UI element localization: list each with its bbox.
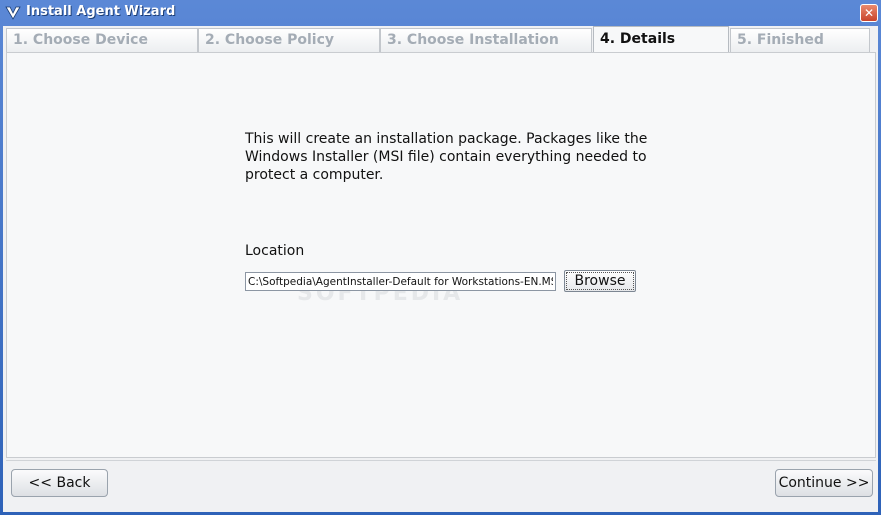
browse-button[interactable]: Browse <box>564 270 636 292</box>
tab-choose-policy[interactable]: 2. Choose Policy <box>198 28 380 52</box>
browse-label: Browse <box>565 272 635 290</box>
wizard-window: Install Agent Wizard ✕ 1. Choose Device … <box>0 0 881 515</box>
back-button[interactable]: << Back <box>11 469 108 497</box>
intro-line: This will create an installation package… <box>245 131 648 147</box>
app-logo-icon <box>5 6 21 20</box>
tab-choose-installation[interactable]: 3. Choose Installation <box>380 28 592 52</box>
close-button[interactable]: ✕ <box>860 4 878 22</box>
continue-button[interactable]: Continue >> <box>775 469 873 497</box>
tab-finished[interactable]: 5. Finished <box>730 28 870 52</box>
intro-text: This will create an installation package… <box>245 130 665 184</box>
wizard-footer: << Back Continue >> <box>6 460 876 511</box>
title-bar[interactable]: Install Agent Wizard ✕ <box>0 0 881 26</box>
details-panel: This will create an installation package… <box>6 52 876 458</box>
close-icon: ✕ <box>863 6 875 20</box>
location-field[interactable] <box>245 272 556 291</box>
wizard-body: 1. Choose Device 2. Choose Policy 3. Cho… <box>3 26 878 512</box>
location-label: Location <box>245 243 305 259</box>
tab-details[interactable]: 4. Details <box>593 26 729 53</box>
wizard-tabs: 1. Choose Device 2. Choose Policy 3. Cho… <box>3 26 878 53</box>
intro-line: protect a computer. <box>245 167 384 183</box>
window-title: Install Agent Wizard <box>26 4 176 19</box>
intro-line: Windows Installer (MSI file) contain eve… <box>245 149 647 165</box>
tab-choose-device[interactable]: 1. Choose Device <box>6 28 198 52</box>
